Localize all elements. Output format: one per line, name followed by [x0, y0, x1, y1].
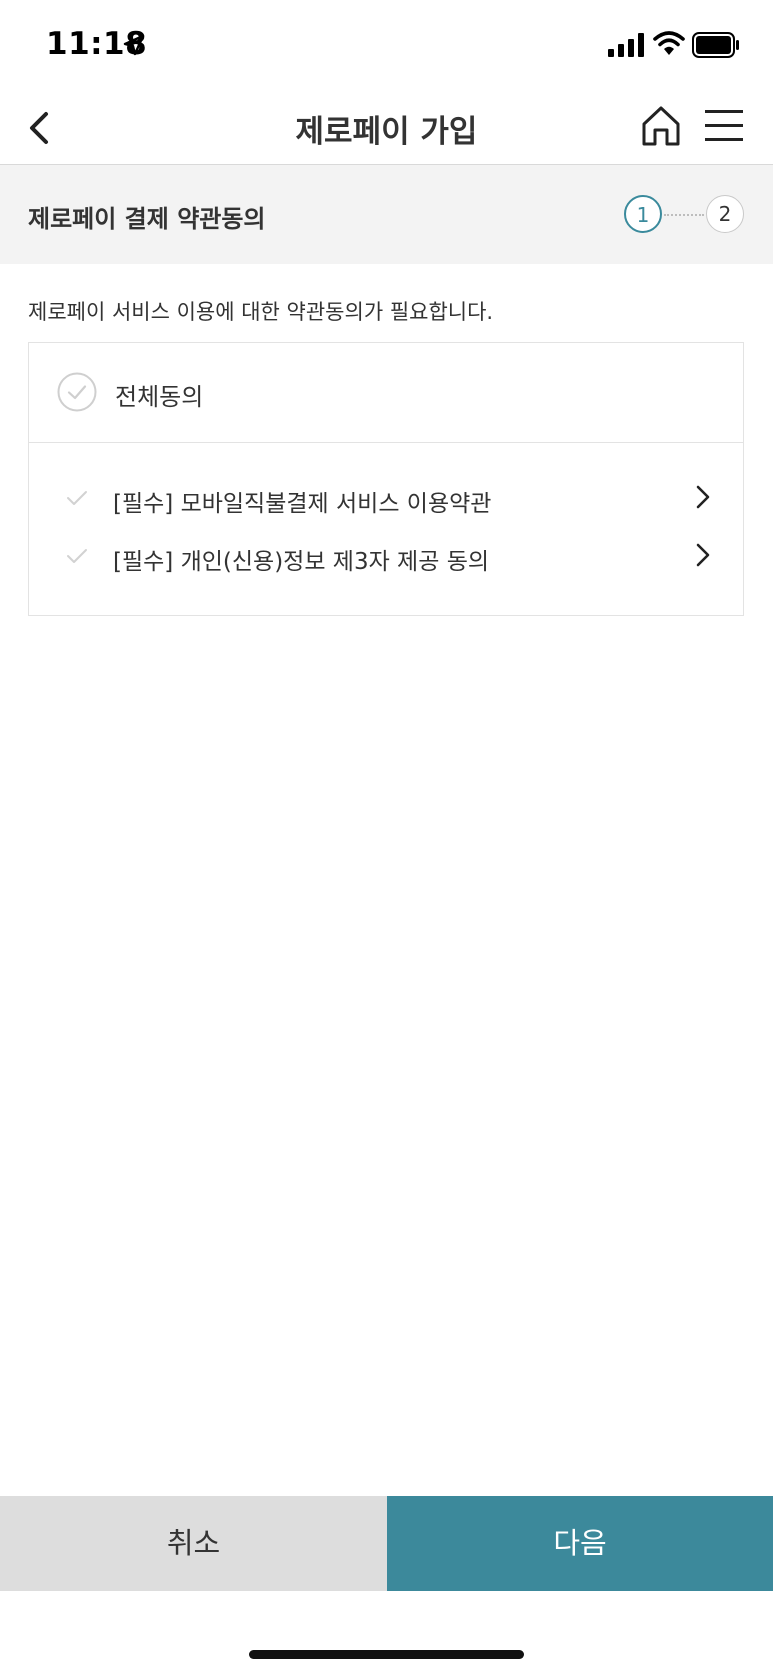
status-bar: 11:18: [0, 0, 773, 92]
cellular-signal-icon: [608, 33, 644, 57]
step-1-current: 1: [624, 195, 662, 233]
step-2: 2: [706, 195, 744, 233]
step-section: 제로페이 결제 약관동의 1 2: [0, 164, 773, 264]
step-connector: [664, 214, 704, 216]
location-arrow-icon: [123, 34, 145, 56]
term-item-service[interactable]: [필수] 모바일직불결제 서비스 이용약관: [29, 474, 743, 522]
next-button[interactable]: 다음: [387, 1496, 773, 1591]
term-label: [필수] 모바일직불결제 서비스 이용약관: [113, 491, 492, 517]
term-item-privacy[interactable]: [필수] 개인(신용)정보 제3자 제공 동의: [29, 532, 743, 580]
wifi-icon: [653, 31, 685, 55]
app-header: 제로페이 가입: [0, 92, 773, 164]
intro-text: 제로페이 서비스 이용에 대한 약관동의가 필요합니다.: [28, 300, 494, 324]
agree-all-label: 전체동의: [115, 383, 204, 411]
circle-check-icon: [57, 372, 97, 412]
terms-box: 전체동의 [필수] 모바일직불결제 서비스 이용약관 [필수] 개인(신용)정보…: [28, 342, 744, 616]
step-indicator: 1 2: [624, 195, 748, 235]
home-indicator: [249, 1650, 524, 1659]
check-icon[interactable]: [65, 488, 89, 508]
chevron-right-icon[interactable]: [693, 540, 713, 570]
menu-icon[interactable]: [703, 106, 745, 146]
chevron-right-icon[interactable]: [693, 482, 713, 512]
term-label: [필수] 개인(신용)정보 제3자 제공 동의: [113, 549, 490, 575]
step-title: 제로페이 결제 약관동의: [28, 205, 266, 233]
home-icon[interactable]: [640, 104, 682, 148]
battery-icon: [692, 32, 739, 58]
check-icon[interactable]: [65, 546, 89, 566]
cancel-button[interactable]: 취소: [0, 1496, 387, 1591]
agree-all-checkbox[interactable]: 전체동의: [29, 343, 743, 443]
